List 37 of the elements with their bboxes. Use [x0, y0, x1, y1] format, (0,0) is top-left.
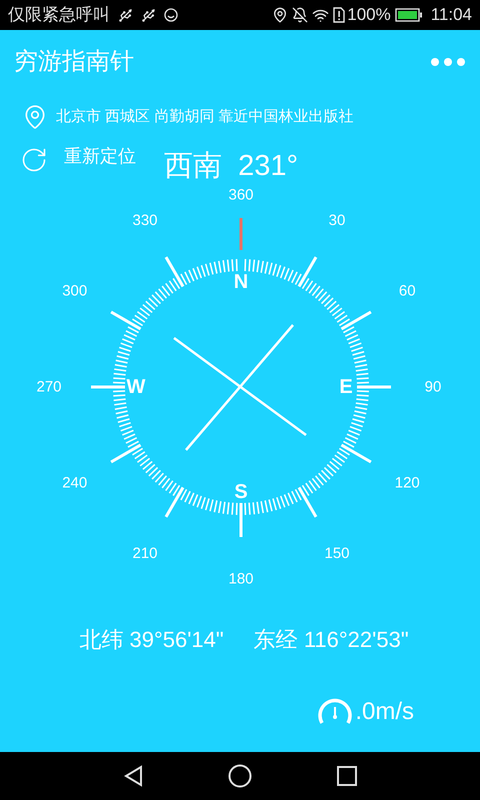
- degree-label: 150: [324, 544, 350, 562]
- degree-label: 300: [62, 282, 88, 300]
- relocate-button[interactable]: 重新定位: [64, 143, 136, 170]
- app-title: 穷游指南针: [14, 47, 134, 77]
- degree-label: 270: [36, 378, 62, 396]
- clock: 11:04: [430, 4, 472, 26]
- longitude-text: 东经 116°22'53": [254, 626, 409, 654]
- back-icon[interactable]: [123, 765, 143, 787]
- degree-label: 90: [424, 378, 442, 396]
- degree-label: 360: [228, 186, 254, 204]
- cardinal-label: S: [234, 481, 248, 503]
- degree-label: 180: [228, 570, 254, 588]
- usb-icon: [141, 8, 156, 22]
- north-marker: [240, 218, 242, 250]
- address-text: 北京市 西城区 尚勤胡同 靠近中国林业出版社: [56, 106, 354, 127]
- speed-text: .0m/s: [355, 697, 414, 727]
- degree-label: 30: [328, 212, 346, 230]
- degree-label: 240: [62, 474, 88, 492]
- recents-icon[interactable]: [337, 766, 357, 786]
- cardinal-label: N: [234, 271, 248, 293]
- heading-text: 西南 231°: [164, 152, 298, 181]
- home-icon[interactable]: [228, 764, 252, 788]
- carrier-text: 仅限紧急呼叫: [8, 4, 110, 26]
- usb-icon: [118, 8, 133, 22]
- cardinal-label: W: [126, 376, 146, 398]
- sim-alert-icon: [333, 7, 346, 23]
- latitude-text: 北纬 39°56'14": [79, 626, 224, 654]
- degree-label: 120: [394, 474, 420, 492]
- mute-icon: [292, 7, 308, 23]
- battery-icon: [394, 8, 423, 22]
- battery-percent: 100%: [347, 4, 391, 26]
- cardinal-label: E: [339, 376, 353, 398]
- location-icon: [272, 7, 288, 23]
- degree-label: 330: [132, 212, 158, 230]
- degree-label: 210: [132, 544, 158, 562]
- smiley-icon: [164, 8, 178, 22]
- degree-label: 60: [398, 282, 416, 300]
